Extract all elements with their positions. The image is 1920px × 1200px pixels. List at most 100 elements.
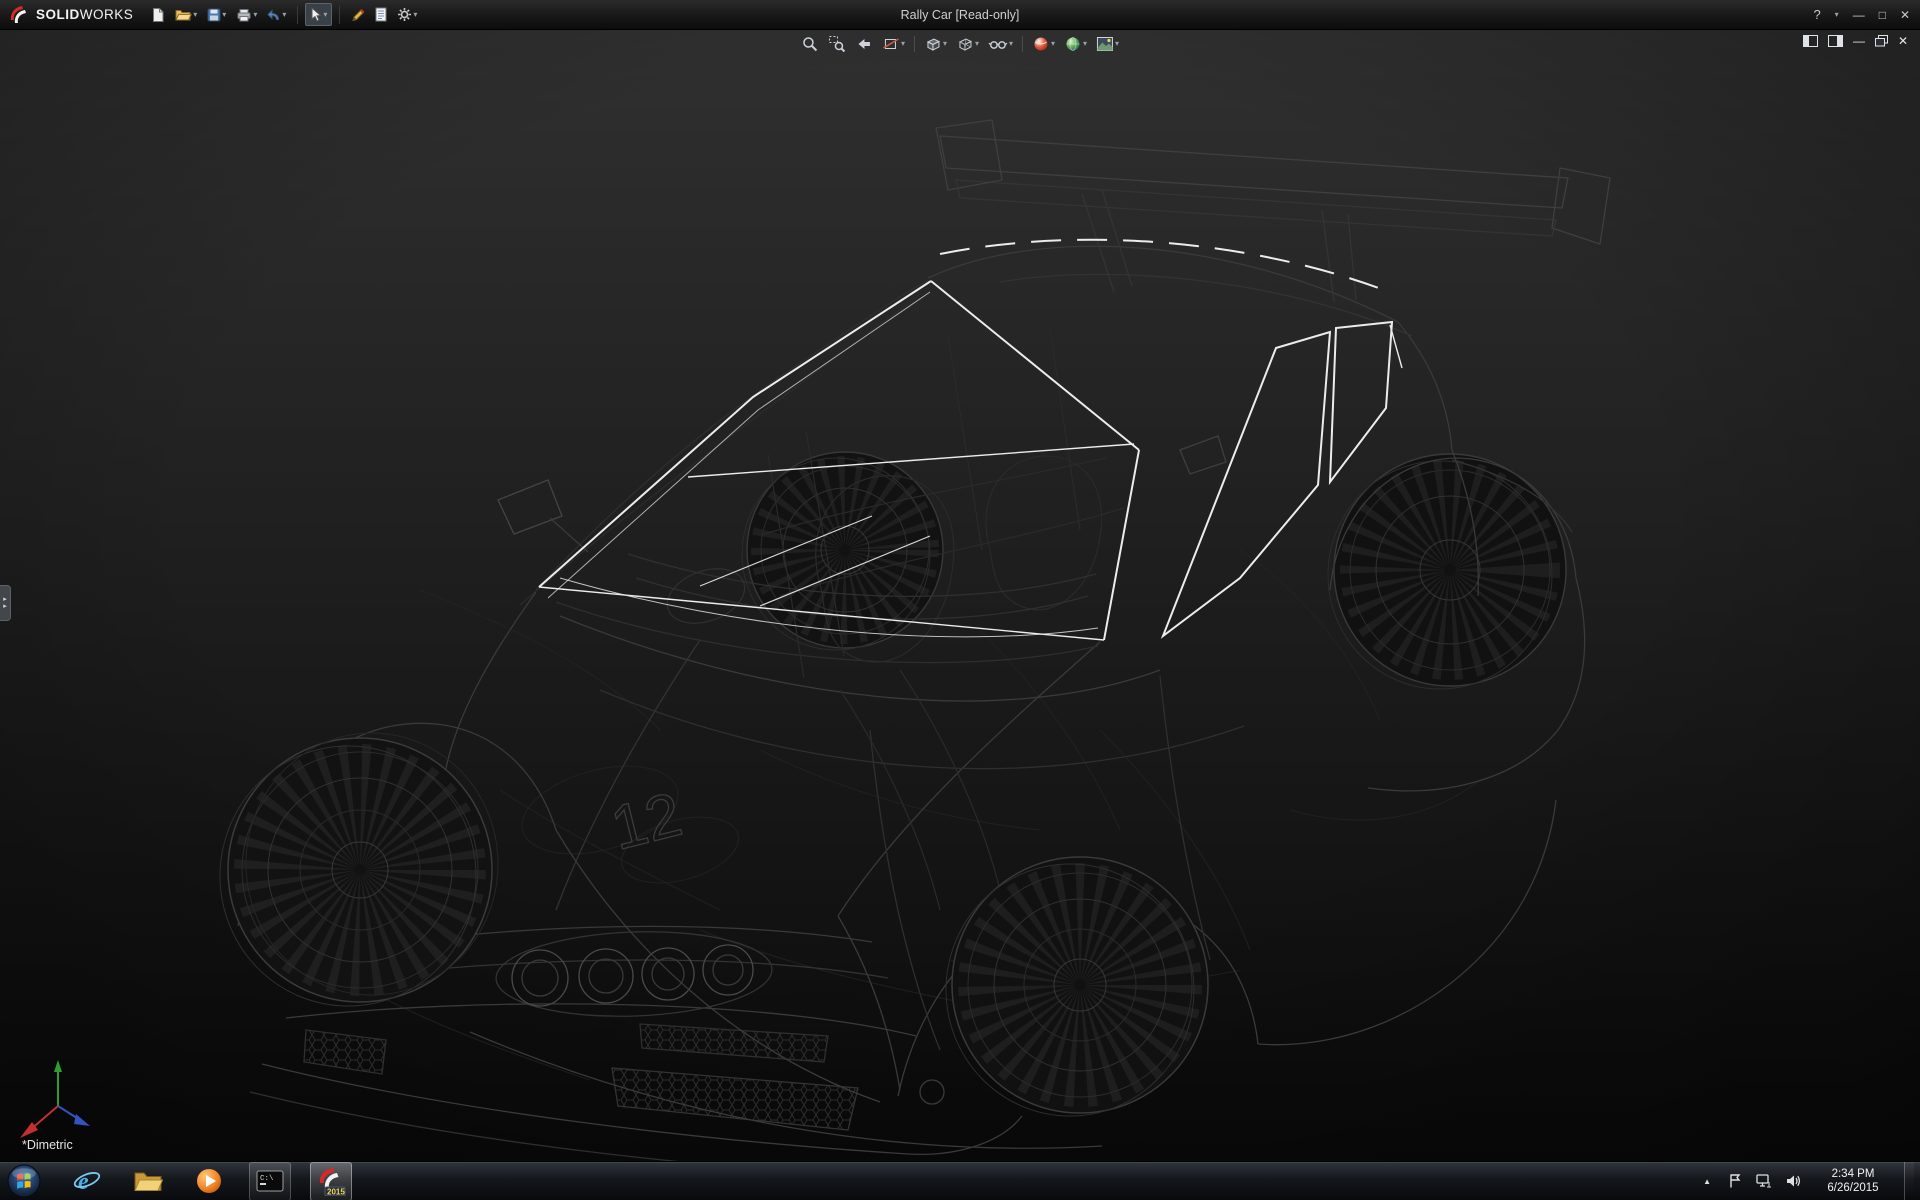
flyout-arrow: ▸	[3, 596, 7, 603]
system-tray: ▲ 2:34 PM 6/26/2015	[1699, 1162, 1920, 1200]
taskbar-clock[interactable]: 2:34 PM 6/26/2015	[1814, 1167, 1892, 1195]
edit-appearance-dropdown[interactable]: ▾	[1051, 40, 1055, 48]
doc-restore-button[interactable]	[1875, 35, 1888, 47]
sw-version-badge: 2015	[327, 1188, 345, 1197]
open-file-button[interactable]: ▾	[171, 5, 201, 25]
doc-close-button[interactable]: ✕	[1898, 34, 1908, 48]
toolbar-separator	[339, 6, 340, 24]
file-properties-icon	[375, 7, 387, 22]
hide-show-glasses-icon	[988, 35, 1008, 53]
save-button[interactable]: ▾	[203, 5, 230, 25]
flyout-arrow: ▸	[3, 603, 7, 610]
view-settings-dropdown[interactable]: ▾	[1115, 40, 1119, 48]
show-hidden-icons-button[interactable]: ▲	[1699, 1173, 1715, 1190]
orientation-triad	[16, 1058, 100, 1148]
undo-button[interactable]: ▾	[263, 6, 290, 24]
open-dropdown-arrow[interactable]: ▾	[193, 11, 197, 19]
taskbar: e C:\	[0, 1161, 1920, 1200]
options-gear-icon	[397, 7, 412, 22]
new-file-icon	[151, 7, 165, 23]
help-button[interactable]: ?	[1813, 7, 1820, 22]
options-button[interactable]: ▾	[393, 4, 421, 25]
app-minimize-button[interactable]: —	[1853, 8, 1865, 22]
model-scene: 12	[0, 30, 1920, 1161]
solidworks-logo-icon	[8, 4, 30, 26]
new-file-button[interactable]	[147, 4, 169, 26]
hide-show-dropdown[interactable]: ▾	[1009, 40, 1013, 48]
folder-icon	[133, 1169, 163, 1193]
window-title: Rally Car [Read-only]	[901, 8, 1020, 22]
apply-scene-dropdown[interactable]: ▾	[1083, 40, 1087, 48]
action-center-flag-icon[interactable]	[1727, 1173, 1743, 1189]
doc-minimize-button[interactable]: —	[1853, 34, 1865, 48]
toolbar-separator	[297, 6, 298, 24]
pane-split-left-icon[interactable]	[1803, 35, 1818, 47]
apply-scene-button[interactable]: ▾	[1061, 33, 1090, 55]
pane-split-right-icon[interactable]	[1828, 35, 1843, 47]
headsup-separator	[914, 36, 915, 52]
graphics-viewport[interactable]: 12	[0, 30, 1920, 1161]
volume-icon[interactable]	[1785, 1173, 1802, 1189]
clock-date: 6/26/2015	[1814, 1181, 1892, 1195]
sketch-pencil-icon	[351, 8, 365, 22]
titlebar-right-controls: ? ▾ — □ ✕	[1813, 7, 1920, 22]
headsup-view-toolbar: ▾ ▾ ▾	[798, 33, 1122, 55]
section-view-button[interactable]: ▾	[879, 33, 908, 55]
svg-text:e: e	[78, 1169, 89, 1195]
zoom-to-fit-button[interactable]	[798, 33, 822, 55]
clock-time: 2:34 PM	[1814, 1167, 1892, 1181]
show-desktop-button[interactable]	[1904, 1162, 1914, 1200]
view-orientation-button[interactable]: ▾	[921, 33, 950, 55]
taskbar-file-explorer[interactable]	[127, 1162, 169, 1200]
solidworks-taskbar-icon: 2015	[316, 1166, 346, 1196]
taskbar-internet-explorer[interactable]: e	[66, 1162, 108, 1200]
view-settings-scene-icon	[1096, 36, 1114, 52]
zoom-to-area-icon	[828, 35, 846, 53]
edit-appearance-ball-icon	[1032, 35, 1050, 53]
headsup-separator	[1022, 36, 1023, 52]
solidworks-brand: SOLIDWORKS	[0, 0, 147, 29]
featuremanager-flyout-tab[interactable]: ▸ ▸	[0, 585, 11, 621]
save-dropdown-arrow[interactable]: ▾	[222, 11, 226, 19]
options-dropdown-arrow[interactable]: ▾	[413, 11, 417, 19]
document-window-controls: — ✕	[1803, 34, 1908, 48]
cmd-label: C:\	[260, 1175, 274, 1183]
apply-scene-globe-icon	[1064, 35, 1082, 53]
display-style-icon	[956, 35, 974, 53]
print-dropdown-arrow[interactable]: ▾	[253, 11, 257, 19]
command-prompt-icon: C:\	[256, 1170, 284, 1192]
brand-text: SOLIDWORKS	[36, 7, 133, 22]
edit-appearance-button[interactable]: ▾	[1029, 33, 1058, 55]
file-properties-button[interactable]	[371, 4, 391, 25]
hide-show-items-button[interactable]: ▾	[985, 33, 1016, 55]
internet-explorer-icon: e	[72, 1166, 102, 1196]
section-view-dropdown[interactable]: ▾	[901, 40, 905, 48]
previous-view-button[interactable]	[852, 33, 876, 55]
print-button[interactable]: ▾	[232, 5, 261, 25]
taskbar-media-player[interactable]	[188, 1162, 230, 1200]
display-style-button[interactable]: ▾	[953, 33, 982, 55]
sketch-button[interactable]	[347, 5, 369, 25]
taskbar-solidworks[interactable]: 2015	[310, 1162, 352, 1200]
section-view-icon	[882, 35, 900, 53]
undo-dropdown-arrow[interactable]: ▾	[282, 11, 286, 19]
media-player-icon	[195, 1167, 223, 1195]
windows-start-icon	[7, 1164, 41, 1198]
taskbar-command-prompt[interactable]: C:\	[249, 1162, 291, 1200]
display-style-dropdown[interactable]: ▾	[975, 40, 979, 48]
view-orientation-dropdown[interactable]: ▾	[943, 40, 947, 48]
view-settings-button[interactable]: ▾	[1093, 34, 1122, 54]
network-status-icon[interactable]	[1755, 1173, 1773, 1189]
zoom-to-area-button[interactable]	[825, 33, 849, 55]
help-dropdown-arrow[interactable]: ▾	[1835, 11, 1839, 19]
zoom-to-fit-icon	[801, 35, 819, 53]
app-close-button[interactable]: ✕	[1900, 8, 1910, 22]
select-dropdown-arrow[interactable]: ▾	[323, 11, 327, 19]
orientation-label: *Dimetric	[22, 1138, 73, 1152]
previous-view-icon	[855, 35, 873, 53]
open-file-icon	[175, 8, 192, 22]
select-button[interactable]: ▾	[305, 3, 332, 26]
save-icon	[207, 8, 221, 22]
app-maximize-button[interactable]: □	[1879, 8, 1886, 22]
start-button[interactable]	[6, 1163, 42, 1199]
